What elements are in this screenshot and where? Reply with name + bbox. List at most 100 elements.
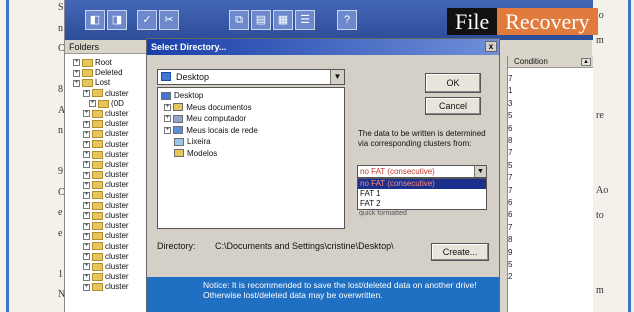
chevron-down-icon[interactable]: ▼ [330, 70, 344, 84]
close-icon[interactable]: x [485, 41, 497, 52]
cut-icon[interactable]: ✂ [159, 10, 179, 30]
folder-icon [92, 252, 103, 261]
copy-icon[interactable]: ⧉ [229, 10, 249, 30]
expand-icon[interactable]: + [83, 263, 90, 271]
expand-icon[interactable]: + [83, 181, 90, 189]
directory-tree-item[interactable]: + Meus locais de rede [164, 125, 258, 137]
cancel-button[interactable]: Cancel [425, 97, 481, 115]
ok-button[interactable]: OK [425, 73, 481, 93]
back-icon[interactable]: ◧ [85, 10, 105, 30]
folder-label: cluster [105, 231, 129, 241]
directory-tree-item[interactable]: Modelos [164, 148, 217, 160]
expand-icon[interactable]: + [83, 89, 90, 97]
folder-tree-item[interactable]: + cluster [83, 150, 129, 160]
folder-tree-item[interactable]: + cluster [83, 180, 129, 190]
directory-tree[interactable]: Desktop + Meus documentos + Meu computador… [157, 87, 345, 229]
page-rule-left [6, 0, 9, 312]
fat-option[interactable]: no FAT (consecutive) [358, 179, 486, 189]
expand-icon[interactable]: + [83, 130, 90, 138]
folder-tree-item[interactable]: + Deleted [73, 68, 123, 78]
folder-tree-item[interactable]: + (0D [89, 99, 124, 109]
directory-tree-label: Desktop [174, 91, 204, 100]
folder-label: cluster [105, 149, 129, 159]
folder-tree-item[interactable]: + cluster [83, 191, 129, 201]
expand-icon[interactable]: + [164, 103, 171, 111]
expand-icon[interactable]: + [73, 69, 80, 77]
expand-icon[interactable]: + [83, 253, 90, 261]
dialog-title: Select Directory... [151, 42, 227, 52]
check-icon[interactable]: ✓ [137, 10, 157, 30]
condition-value: 5 [508, 111, 513, 121]
folder-tree-item[interactable]: + cluster [83, 170, 129, 180]
chevron-down-icon[interactable]: ▼ [474, 166, 486, 177]
create-button[interactable]: Create... [431, 243, 489, 261]
expand-icon[interactable]: + [83, 212, 90, 220]
help-icon[interactable]: ? [337, 10, 357, 30]
expand-icon[interactable]: + [83, 171, 90, 179]
expand-icon[interactable]: + [73, 79, 80, 87]
folder-tree-item[interactable]: + Lost [73, 78, 110, 88]
folder-tree-item[interactable]: + cluster [83, 221, 129, 231]
notice-banner: Notice: It is recommended to save the lo… [147, 277, 499, 312]
expand-icon[interactable]: + [83, 222, 90, 230]
folder-tree-item[interactable]: + cluster [83, 252, 129, 262]
folder-icon [173, 126, 184, 135]
folder-tree-item[interactable]: + cluster [83, 140, 129, 150]
expand-icon[interactable]: + [83, 242, 90, 250]
brand-word-recovery: Recovery [497, 8, 598, 35]
folder-icon [173, 103, 184, 112]
paste-icon[interactable]: ▤ [251, 10, 271, 30]
expand-icon[interactable]: + [73, 59, 80, 67]
folder-tree-item[interactable]: + cluster [83, 89, 129, 99]
forward-icon[interactable]: ◨ [107, 10, 127, 30]
expand-icon[interactable]: + [83, 202, 90, 210]
expand-icon[interactable]: + [164, 126, 171, 134]
fat-option[interactable]: FAT 2 [358, 199, 486, 209]
scroll-up-icon[interactable]: ▲ [581, 58, 591, 66]
folder-tree-item[interactable]: + cluster [83, 109, 129, 119]
folder-tree-item[interactable]: + cluster [83, 160, 129, 170]
folder-tree-item[interactable]: + cluster [83, 231, 129, 241]
directory-tree-label: Lixeira [187, 137, 211, 146]
expand-icon[interactable]: + [83, 161, 90, 169]
folder-label: cluster [105, 190, 129, 200]
expand-icon[interactable]: + [83, 232, 90, 240]
expand-icon[interactable]: + [83, 110, 90, 118]
directory-tree-item[interactable]: Desktop [161, 90, 203, 102]
folder-tree-item[interactable]: + cluster [83, 201, 129, 211]
folder-tree-item[interactable]: + cluster [83, 211, 129, 221]
expand-icon[interactable]: + [83, 273, 90, 281]
fat-options-list[interactable]: no FAT (consecutive) FAT 1 FAT 2 [357, 178, 487, 210]
expand-icon[interactable]: + [83, 283, 90, 291]
folder-tree-item[interactable]: + cluster [83, 242, 129, 252]
folder-tree-item[interactable]: + cluster [83, 129, 129, 139]
fat-source-select[interactable]: no FAT (consecutive) ▼ [357, 165, 487, 178]
folder-tree-item[interactable]: + Root [73, 58, 112, 68]
folders-pane: Folders + Root + Deleted + Lost + cluster + (0D + c… [65, 40, 157, 312]
directory-tree-item[interactable]: + Meus documentos [164, 102, 252, 114]
page-margin-letter: S [58, 2, 64, 13]
desktop-icon [161, 72, 171, 81]
directory-tree-item[interactable]: Lixeira [164, 136, 211, 148]
folder-icon [92, 262, 103, 271]
expand-icon[interactable]: + [164, 115, 171, 123]
list-icon[interactable]: ☰ [295, 10, 315, 30]
folder-tree-item[interactable]: + cluster [83, 119, 129, 129]
expand-icon[interactable]: + [83, 140, 90, 148]
page-margin-word: Ao [596, 185, 609, 196]
folder-icon [173, 114, 184, 123]
drive-select[interactable]: Desktop ▼ [157, 69, 345, 85]
folder-icon [161, 91, 171, 100]
directory-tree-item[interactable]: + Meu computador [164, 113, 246, 125]
folder-tree-item[interactable]: + cluster [83, 272, 129, 282]
folder-icon [174, 149, 184, 158]
folder-tree-item[interactable]: + cluster [83, 282, 129, 292]
expand-icon[interactable]: + [83, 120, 90, 128]
expand-icon[interactable]: + [89, 100, 96, 108]
folder-icon [174, 137, 184, 146]
expand-icon[interactable]: + [83, 151, 90, 159]
grid-icon[interactable]: ▦ [273, 10, 293, 30]
fat-option[interactable]: FAT 1 [358, 189, 486, 199]
expand-icon[interactable]: + [83, 191, 90, 199]
folder-tree-item[interactable]: + cluster [83, 262, 129, 272]
